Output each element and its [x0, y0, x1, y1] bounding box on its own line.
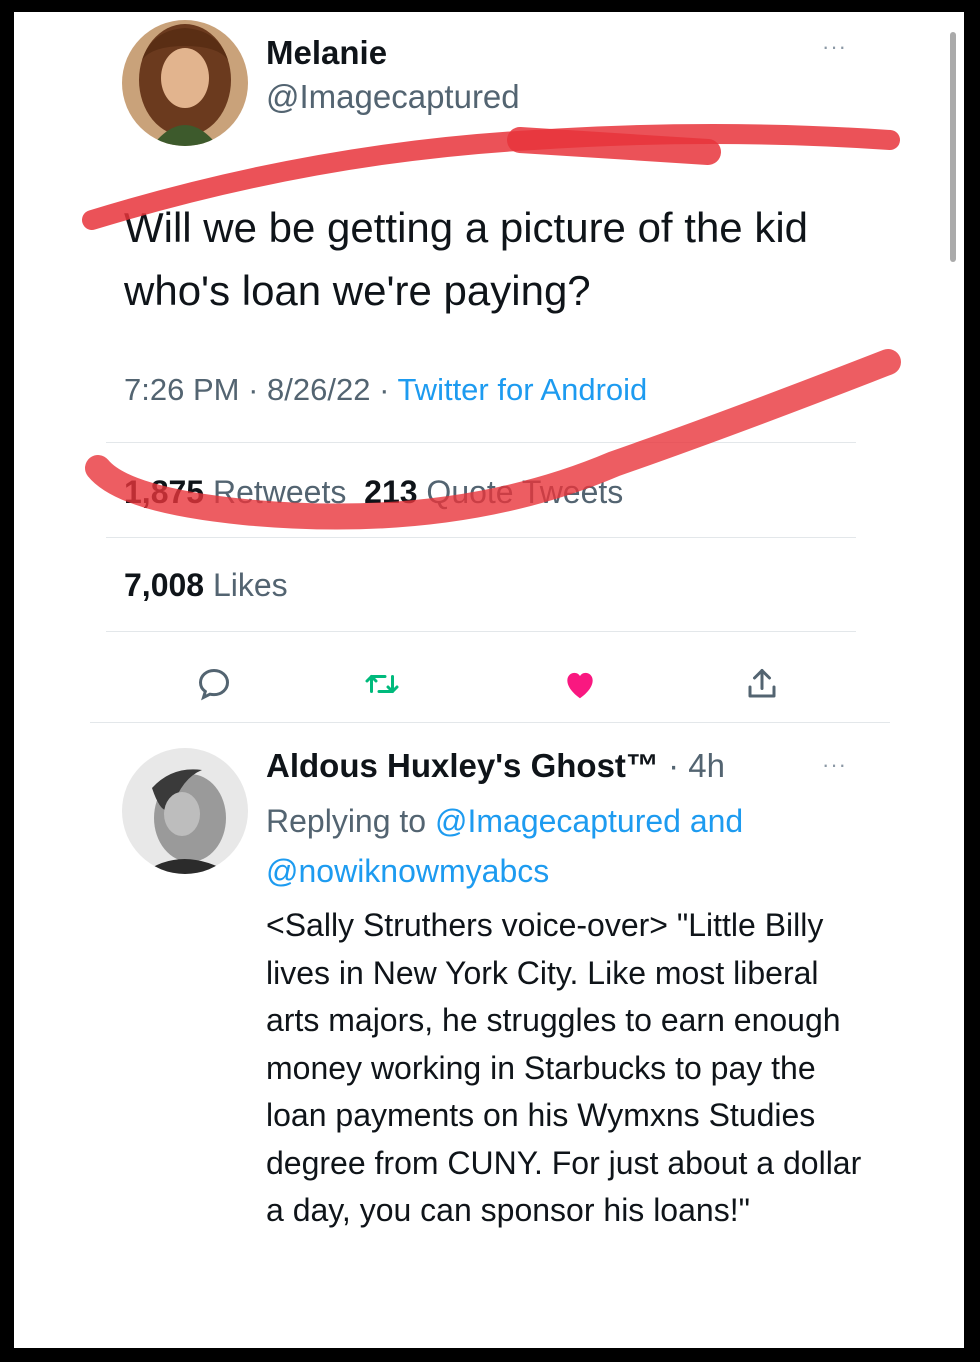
reply-more-button[interactable]: ··· — [822, 752, 847, 778]
huxley-avatar[interactable] — [122, 748, 248, 874]
divider — [106, 442, 856, 443]
divider — [90, 722, 890, 723]
mention-nowiknowmyabcs[interactable]: @nowiknowmyabcs — [266, 853, 549, 889]
tweet-stats: 1,875 Retweets 213 Quote Tweets — [124, 474, 623, 511]
tweet-author-handle[interactable]: @Imagecaptured — [266, 78, 520, 116]
retweets-stat[interactable]: 1,875 Retweets — [124, 474, 346, 510]
reply-time[interactable]: 4h — [688, 747, 725, 784]
tweet-more-button[interactable]: ··· — [822, 34, 847, 60]
reply-author[interactable]: Aldous Huxley's Ghost™ · 4h — [266, 747, 725, 785]
reply-author-name[interactable]: Aldous Huxley's Ghost™ — [266, 747, 659, 784]
likes-stat[interactable]: 7,008 Likes — [124, 567, 288, 604]
retweet-icon[interactable] — [362, 664, 402, 704]
tweet-text: Will we be getting a picture of the kid … — [124, 204, 809, 314]
quote-tweets-stat[interactable]: 213 Quote Tweets — [364, 474, 623, 510]
divider — [106, 537, 856, 538]
tweet-time[interactable]: 7:26 PM — [124, 372, 239, 407]
tweet-date[interactable]: 8/26/22 — [267, 372, 370, 407]
share-icon[interactable] — [742, 664, 782, 704]
and-word: and — [680, 803, 744, 839]
mention-imagecaptured[interactable]: @Imagecaptured — [435, 803, 681, 839]
tweet-source[interactable]: Twitter for Android — [397, 372, 647, 407]
meta-separator: · — [239, 372, 268, 407]
reply-text: <Sally Struthers voice-over> "Little Bil… — [266, 907, 862, 1228]
meta-separator: · — [370, 372, 398, 407]
replying-to: Replying to @Imagecaptured and @nowiknowm… — [266, 796, 866, 896]
reply-icon[interactable] — [194, 664, 234, 704]
reply-dot: · — [658, 747, 689, 784]
tweet-meta: 7:26 PM · 8/26/22 · Twitter for Android — [124, 372, 647, 408]
tweet-author-name[interactable]: Melanie — [266, 34, 387, 72]
replying-prefix: Replying to — [266, 803, 435, 839]
divider — [106, 631, 856, 632]
heart-icon[interactable] — [560, 664, 600, 704]
scrollbar[interactable] — [950, 32, 956, 262]
tweet-screenshot: Melanie @Imagecaptured ··· Will we be ge… — [14, 12, 964, 1348]
melanie-avatar[interactable] — [122, 20, 248, 146]
